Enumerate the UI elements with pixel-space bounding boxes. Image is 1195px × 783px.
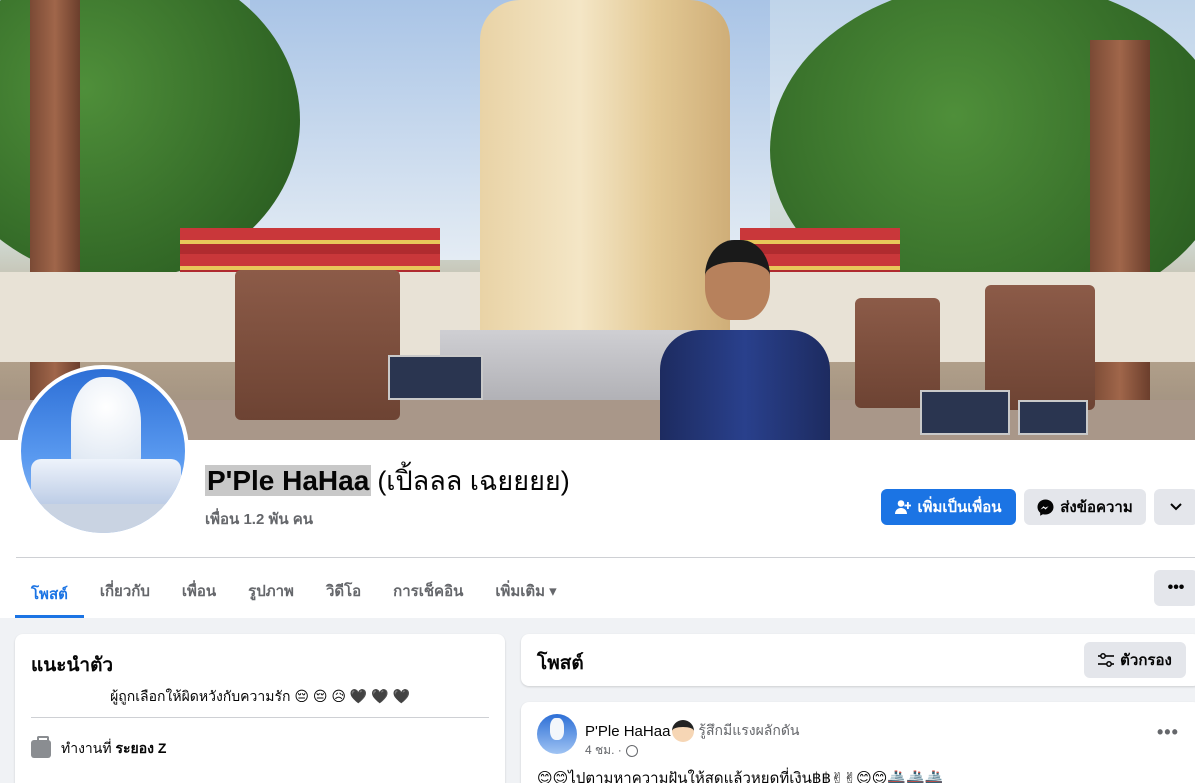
tab-checkins[interactable]: การเช็คอิน (377, 568, 479, 614)
post-text: 😊😊ไปตามหาความฝันให้สุดแล้วหยุดที่เงิน฿฿✌… (537, 770, 944, 783)
tab-about[interactable]: เกี่ยวกับ (84, 568, 166, 614)
intro-work-place[interactable]: ระยอง Z (115, 740, 166, 756)
tab-videos[interactable]: วิดีโอ (310, 568, 377, 614)
feeling-emoji-icon (672, 720, 695, 742)
cover-person-shirt (660, 330, 830, 440)
posts-header-card: โพสต์ ตัวกรอง (521, 634, 1195, 686)
add-friend-button[interactable]: เพิ่มเป็นเพื่อน (881, 489, 1016, 525)
post-author-name[interactable]: P'Ple HaHaa (585, 723, 670, 740)
profile-picture[interactable] (17, 365, 189, 537)
intro-work-prefix: ทำงานที่ (61, 740, 116, 756)
friends-count[interactable]: เพื่อน 1.2 พัน คน (205, 507, 313, 531)
posts-title: โพสต์ (537, 653, 584, 674)
post-card: P'Ple HaHaa รู้สึกมีแรงผลักดัน 4 ชม. · •… (521, 702, 1195, 783)
intro-bio: ผู้ถูกเลือกให้ผิดหวังกับความรัก 😔 😔 😥 🖤 … (110, 688, 410, 704)
post-author-avatar[interactable] (537, 714, 577, 754)
profile-name: P'Ple HaHaa (เปิ้ลลล เฉยยยย) (205, 459, 570, 502)
globe-icon (625, 744, 638, 757)
post-feeling: รู้สึกมีแรงผลักดัน (698, 722, 800, 738)
tab-photos[interactable]: รูปภาพ (232, 568, 310, 614)
header-divider (16, 557, 1195, 558)
message-label: ส่งข้อความ (1060, 499, 1133, 516)
filter-label: ตัวกรอง (1120, 652, 1172, 669)
cover-person (660, 240, 830, 440)
post-time[interactable]: 4 ชม. · (585, 741, 622, 760)
filter-icon (1098, 653, 1115, 667)
post-author-row: P'Ple HaHaa รู้สึกมีแรงผลักดัน (585, 720, 800, 742)
cover-sign (1018, 400, 1088, 435)
intro-divider (31, 717, 489, 718)
messenger-icon (1037, 499, 1054, 516)
profile-tabs: โพสต์ เกี่ยวกับ เพื่อน รูปภาพ วิดีโอ การ… (15, 568, 573, 618)
cover-photo[interactable] (0, 0, 1195, 440)
cover-sign (920, 390, 1010, 435)
intro-title: แนะนำตัว (31, 655, 114, 676)
intro-work-text: ทำงานที่ ระยอง Z (61, 738, 166, 760)
profile-name-main: P'Ple HaHaa (205, 465, 372, 496)
cover-trunk (1090, 40, 1150, 420)
add-friend-icon (895, 500, 912, 514)
cover-roof (180, 228, 440, 273)
cover-stone (235, 270, 400, 420)
tab-more[interactable]: เพิ่มเติม ▾ (479, 568, 572, 614)
post-meta: 4 ชม. · (585, 741, 638, 760)
cover-sign (388, 355, 483, 400)
more-options-button[interactable]: ••• (1154, 570, 1195, 606)
add-friend-label: เพิ่มเป็นเพื่อน (917, 499, 1002, 516)
cover-person-head (705, 240, 770, 320)
profile-picture-base (31, 459, 181, 509)
intro-card: แนะนำตัว ผู้ถูกเลือกให้ผิดหวังกับความรัก… (15, 634, 505, 783)
intro-work-row: ทำงานที่ ระยอง Z (31, 736, 166, 760)
tab-posts[interactable]: โพสต์ (15, 568, 84, 618)
filter-button[interactable]: ตัวกรอง (1084, 642, 1186, 678)
profile-picture-floor (21, 504, 185, 533)
message-button[interactable]: ส่งข้อความ (1024, 489, 1146, 525)
post-options-button[interactable]: ••• (1157, 722, 1179, 743)
briefcase-icon (31, 736, 51, 758)
profile-dropdown-button[interactable] (1154, 489, 1195, 525)
tab-friends[interactable]: เพื่อน (166, 568, 232, 614)
profile-alt-name: (เปิ้ลลล เฉยยยย) (377, 466, 570, 496)
chevron-down-icon (1170, 503, 1182, 511)
